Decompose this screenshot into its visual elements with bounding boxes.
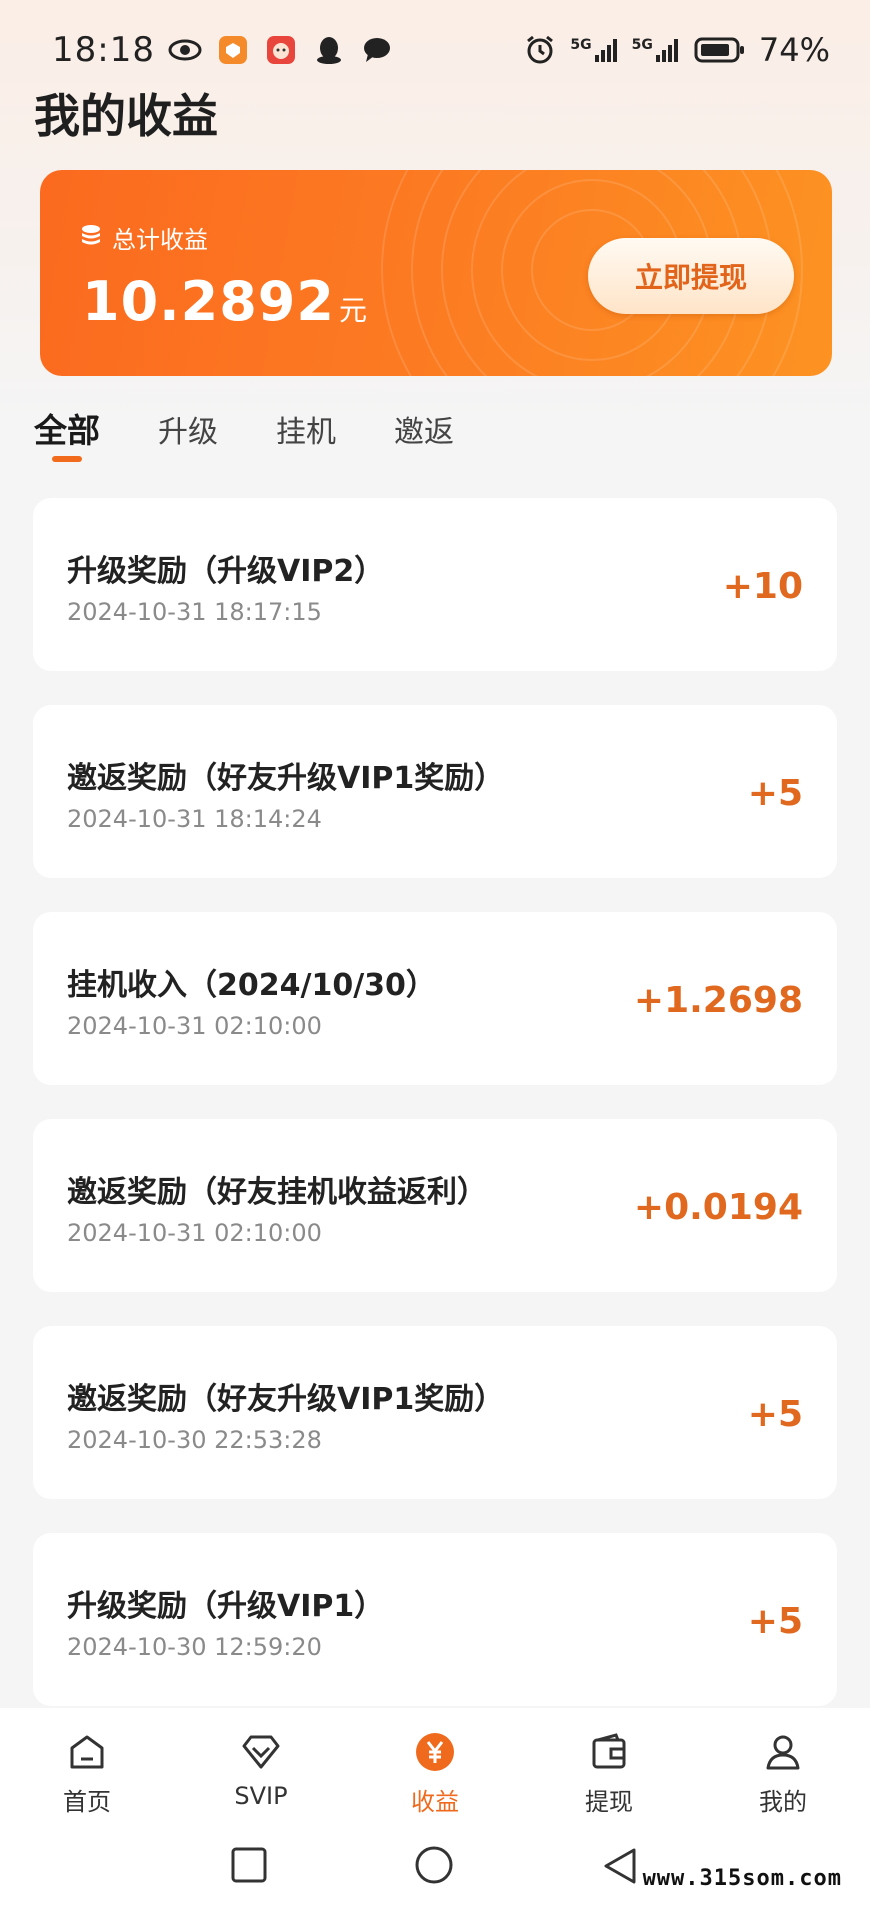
wallet-icon [587, 1730, 631, 1774]
signal-2: 5G [632, 37, 681, 63]
record-item[interactable]: 邀返奖励（好友挂机收益返利） 2024-10-31 02:10:00 +0.01… [33, 1119, 837, 1292]
earnings-label: 总计收益 [112, 226, 208, 254]
battery-percentage: 74% [758, 31, 830, 69]
record-time: 2024-10-31 18:17:15 [67, 598, 322, 626]
record-amount: +10 [722, 566, 803, 607]
record-title: 升级奖励（升级VIP1） [67, 1589, 385, 1624]
shield-app-icon [215, 32, 251, 68]
earnings-record-list: 升级奖励（升级VIP2） 2024-10-31 18:17:15 +10 邀返奖… [33, 498, 837, 1740]
eye-icon [167, 32, 203, 68]
network-type-2: 5G [631, 37, 653, 53]
record-title: 邀返奖励（好友升级VIP1奖励） [67, 1382, 505, 1417]
record-amount: +1.2698 [633, 980, 803, 1021]
pig-app-icon [263, 32, 299, 68]
chat-bubble-icon [359, 32, 395, 68]
record-time: 2024-10-30 22:53:28 [67, 1426, 322, 1454]
record-item[interactable]: 挂机收入（2024/10/30） 2024-10-31 02:10:00 +1.… [33, 912, 837, 1085]
record-time: 2024-10-31 02:10:00 [67, 1219, 322, 1247]
record-amount: +5 [747, 1601, 803, 1642]
qq-icon [311, 32, 347, 68]
record-title: 邀返奖励（好友挂机收益返利） [67, 1175, 487, 1210]
diamond-icon [239, 1730, 283, 1774]
filter-tabs: 全部 升级 挂机 邀返 [34, 404, 454, 462]
watermark-text: www.315som.com [642, 1866, 842, 1891]
record-time: 2024-10-31 18:14:24 [67, 805, 322, 833]
record-title: 升级奖励（升级VIP2） [67, 554, 385, 589]
nav-home[interactable]: 首页 [0, 1708, 174, 1824]
signal-bars-icon [655, 39, 678, 62]
nav-earnings[interactable]: 收益 [348, 1708, 522, 1824]
record-title: 挂机收入（2024/10/30） [67, 968, 436, 1003]
earnings-label-row: 总计收益 [80, 220, 208, 255]
record-amount: +0.0194 [633, 1187, 803, 1228]
tab-label: 升级 [158, 415, 218, 450]
earnings-amount: 10.2892 [82, 270, 335, 333]
system-navigation-bar: www.315som.com [0, 1824, 870, 1920]
status-time: 18:18 [52, 30, 155, 70]
tab-label: 全部 [34, 411, 100, 450]
record-title: 邀返奖励（好友升级VIP1奖励） [67, 761, 505, 796]
nav-label: 收益 [411, 1788, 459, 1816]
recent-apps-icon[interactable] [230, 1846, 268, 1884]
total-earnings-card: 总计收益 10.2892 元 立即提现 [40, 170, 832, 376]
tab-label: 邀返 [394, 415, 454, 450]
profile-icon [761, 1730, 805, 1774]
record-item[interactable]: 邀返奖励（好友升级VIP1奖励） 2024-10-30 22:53:28 +5 [33, 1326, 837, 1499]
signal-1: 5G [570, 37, 619, 63]
page-title: 我的收益 [34, 89, 218, 143]
tab-upgrade[interactable]: 升级 [158, 407, 218, 451]
tab-all[interactable]: 全部 [34, 404, 100, 462]
record-amount: +5 [747, 1394, 803, 1435]
record-time: 2024-10-31 02:10:00 [67, 1012, 322, 1040]
tab-idle[interactable]: 挂机 [276, 407, 336, 451]
nav-label: 我的 [759, 1788, 807, 1816]
record-amount: +5 [747, 773, 803, 814]
yen-coin-icon [413, 1730, 457, 1774]
record-item[interactable]: 升级奖励（升级VIP2） 2024-10-31 18:17:15 +10 [33, 498, 837, 671]
back-triangle-icon[interactable] [602, 1846, 638, 1886]
record-item[interactable]: 升级奖励（升级VIP1） 2024-10-30 12:59:20 +5 [33, 1533, 837, 1706]
nav-label: 首页 [63, 1788, 111, 1816]
earnings-unit: 元 [338, 294, 368, 327]
record-time: 2024-10-30 12:59:20 [67, 1633, 322, 1661]
nav-svip[interactable]: SVIP [174, 1708, 348, 1824]
battery-icon [693, 32, 747, 68]
home-icon [65, 1730, 109, 1774]
nav-profile[interactable]: 我的 [696, 1708, 870, 1824]
alarm-clock-icon [522, 32, 558, 68]
bottom-navigation: 首页 SVIP 收益 提现 我的 [0, 1708, 870, 1824]
active-tab-indicator [52, 456, 82, 462]
coin-stack-icon [80, 224, 102, 252]
tab-referral[interactable]: 邀返 [394, 407, 454, 451]
home-circle-icon[interactable] [414, 1846, 454, 1886]
network-type-1: 5G [570, 37, 592, 53]
earnings-amount-wrap: 10.2892 元 [82, 270, 368, 333]
nav-label: 提现 [585, 1788, 633, 1816]
nav-label: SVIP [234, 1782, 288, 1810]
nav-withdraw[interactable]: 提现 [522, 1708, 696, 1824]
withdraw-now-button[interactable]: 立即提现 [588, 238, 794, 314]
record-item[interactable]: 邀返奖励（好友升级VIP1奖励） 2024-10-31 18:14:24 +5 [33, 705, 837, 878]
signal-bars-icon [594, 39, 617, 62]
tab-label: 挂机 [276, 415, 336, 450]
